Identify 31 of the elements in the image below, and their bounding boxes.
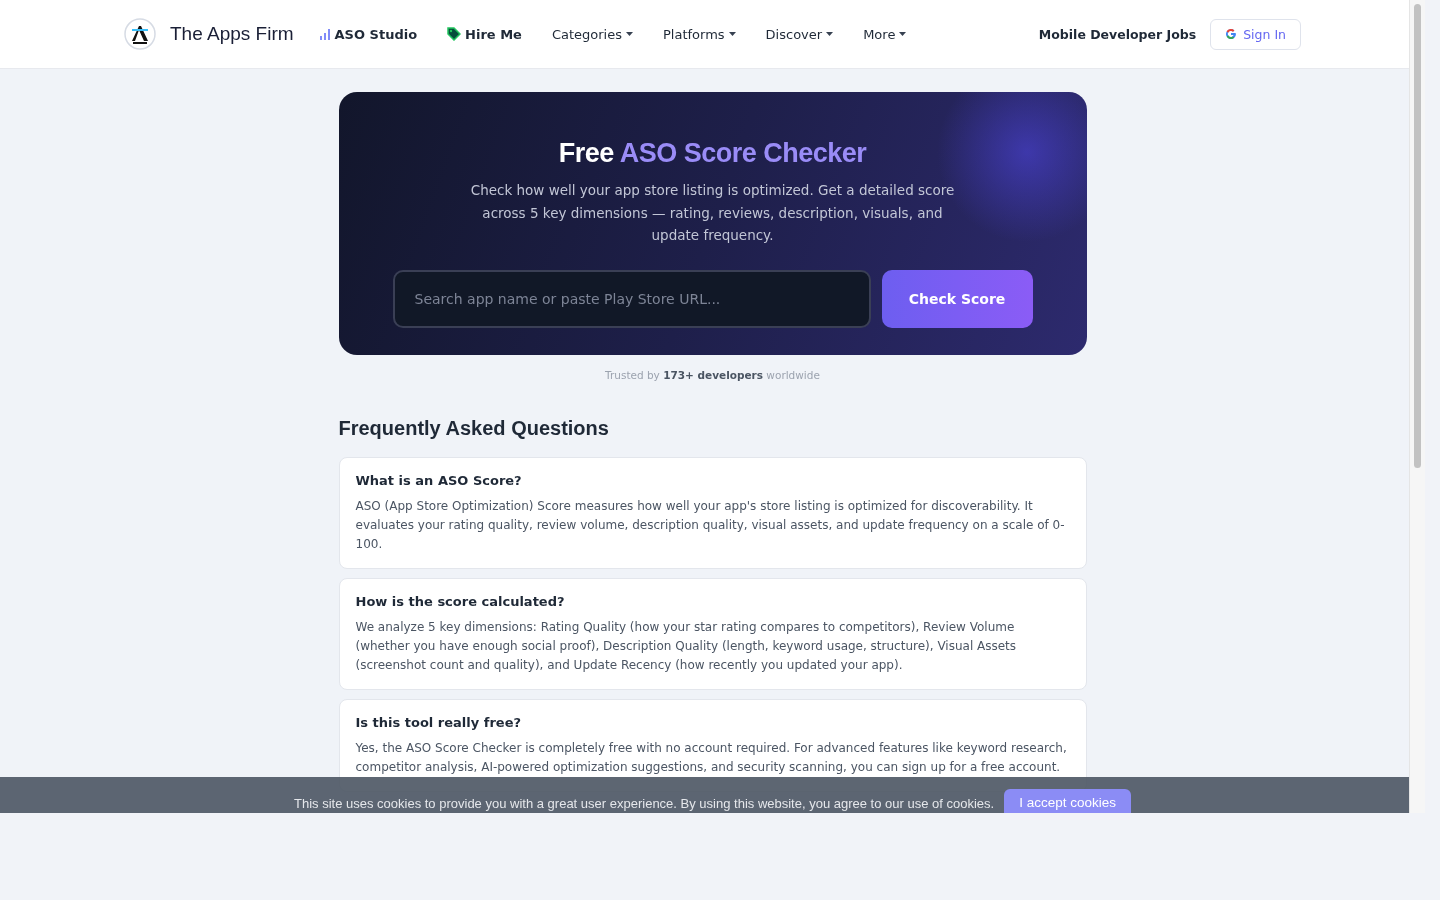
bar-chart-icon	[319, 28, 331, 40]
faq-question[interactable]: Is this tool really free?	[355, 715, 1070, 730]
sign-in-button[interactable]: Sign In	[1210, 18, 1301, 50]
caret-icon	[826, 32, 834, 36]
google-icon	[1225, 28, 1238, 40]
hero-title: Free ASO Score Checker	[558, 138, 867, 169]
search-field[interactable]: Search app name or paste Play Store URL...	[392, 269, 871, 328]
faq-question[interactable]: What is an ASO Score?	[355, 473, 1070, 488]
brand-name[interactable]: The Apps Firm	[170, 23, 294, 45]
logo-icon[interactable]	[124, 18, 156, 50]
caret-icon	[728, 32, 736, 36]
nav-link[interactable]: Categories	[543, 20, 641, 48]
nav-link[interactable]: ASO Studio	[311, 20, 426, 48]
hero-description: Check how well your app store listing is optimized. Get a detailed score across 5 key dimensions — rating, reviews, description, visuals, and update frequency.	[469, 181, 956, 245]
jobs-link[interactable]: Mobile Developer Jobs	[1038, 26, 1197, 42]
nav-link[interactable]: Platforms	[655, 20, 744, 48]
nav-link[interactable]: More	[855, 20, 915, 48]
scrollbar[interactable]	[1409, 0, 1425, 813]
faq-answer: Yes, the ASO Score Checker is completely free with no account required. For advanced features like keyword research, competitor analysis, AI-powered optimization suggestions, and security scanning, you can sign up for a free account.	[355, 740, 1068, 776]
nav-link[interactable]: Hire Me	[439, 20, 530, 48]
tag-icon	[447, 27, 462, 41]
caret-icon	[626, 32, 633, 36]
faq-question[interactable]: How is the score calculated?	[355, 594, 1070, 609]
caret-icon	[899, 32, 907, 36]
faq-answer: ASO (App Store Optimization) Score measures how well your app's store listing is optimized for discoverability. It evaluates your rating quality, review volume, description quality, visual assets, and update frequency on a scale of 0-100.	[355, 498, 1066, 553]
cookie-message: This site uses cookies to provide you with a great user experience. By using this website, you agree to our use of cookies.	[294, 796, 995, 813]
trust-note: Trusted by 173+ developers worldwide	[604, 369, 821, 381]
nav-link[interactable]: Discover	[757, 20, 842, 48]
faq-heading: Frequently Asked Questions	[338, 417, 610, 440]
faq-answer: We analyze 5 key dimensions: Rating Quality (how your star rating compares to competitors), Review Volume (whether you have enough social proof), Description Quality (length, keyword usage, structure), Visual Assets (screenshot count and quality), and Update Recency (how recently you updated your app).	[355, 619, 1018, 674]
check-score-button[interactable]: Check Score	[881, 269, 1033, 328]
